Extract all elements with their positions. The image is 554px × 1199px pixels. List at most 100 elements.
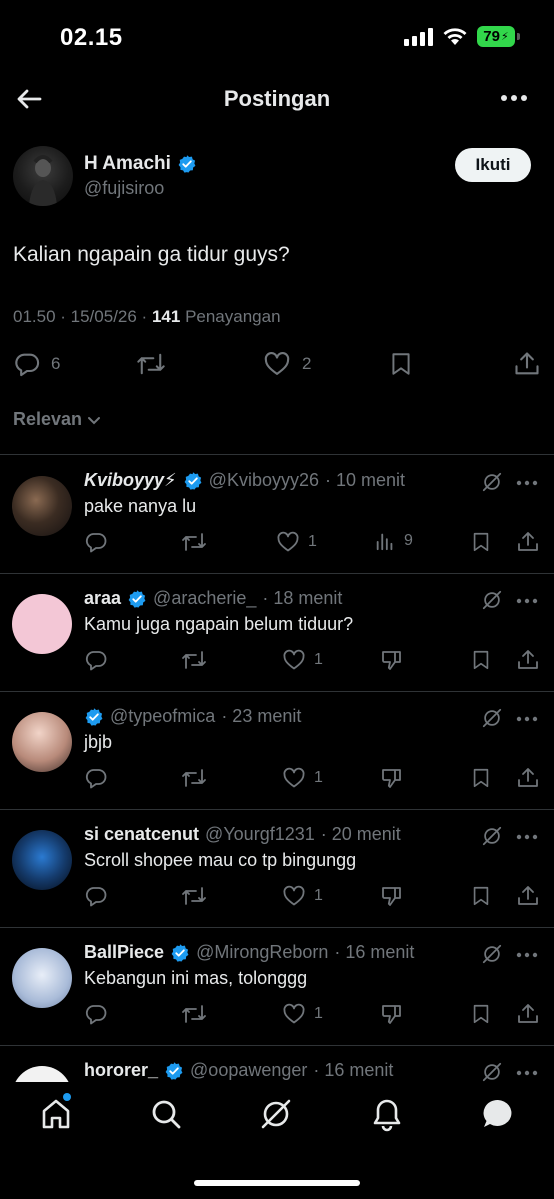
grok-icon[interactable] (481, 825, 503, 847)
share-button[interactable] (516, 1002, 540, 1026)
reply-avatar[interactable] (12, 830, 72, 890)
dislike-button[interactable] (380, 648, 404, 672)
reply-item[interactable]: @typeofmica · 23 menit jbjb 1 (0, 692, 554, 810)
reply-button[interactable] (84, 530, 108, 554)
reply-author-name[interactable]: si cenatcenut (84, 824, 199, 845)
verified-icon (165, 1061, 183, 1080)
post-bookmark-button[interactable] (388, 350, 414, 378)
repost-button[interactable] (180, 766, 208, 790)
verified-icon (178, 155, 196, 173)
repost-button[interactable] (180, 530, 208, 554)
reply-avatar[interactable] (12, 476, 72, 536)
bookmark-button[interactable] (470, 648, 492, 672)
reply-author-name[interactable]: hororer_ (84, 1060, 158, 1081)
grok-icon[interactable] (481, 1061, 503, 1083)
grok-icon[interactable] (481, 943, 503, 965)
more-dots-icon[interactable] (516, 480, 538, 486)
reply-action-bar: 1 (0, 646, 554, 674)
bookmark-button[interactable] (470, 766, 492, 790)
reply-item[interactable]: BallPiece @MirongReborn · 16 menit Kebangun… (0, 928, 554, 1046)
notifications-icon[interactable] (369, 1096, 405, 1132)
post-author-name-text: H Amachi (84, 153, 171, 174)
share-button[interactable] (516, 530, 540, 554)
reply-author-handle[interactable]: @Kviboyyy26 (209, 470, 319, 491)
bookmark-button[interactable] (470, 530, 492, 554)
reply-author-handle[interactable]: @typeofmica (110, 706, 215, 727)
reply-author-name[interactable]: BallPiece (84, 942, 164, 963)
like-button[interactable]: 1 (282, 766, 323, 790)
more-dots-icon[interactable] (516, 716, 538, 722)
reply-item[interactable]: Kviboyyy⚡ @Kviboyyy26 · 10 menit pake nanya… (0, 456, 554, 574)
dislike-button[interactable] (380, 1002, 404, 1026)
reply-avatar[interactable] (12, 594, 72, 654)
like-icon (283, 767, 305, 788)
post-repost-button[interactable] (136, 350, 166, 378)
more-dots-icon[interactable] (498, 86, 530, 110)
like-count: 1 (308, 533, 317, 550)
reply-sort-dropdown[interactable]: Relevan (13, 409, 102, 430)
verified-icon (184, 471, 202, 490)
reply-item[interactable]: si cenatcenut @Yourgf1231 · 20 menit Scroll… (0, 810, 554, 928)
dislike-button[interactable] (380, 766, 404, 790)
grok-icon[interactable] (481, 707, 503, 729)
views-icon (376, 533, 393, 551)
more-dots-icon[interactable] (516, 598, 538, 604)
bookmark-icon (392, 353, 410, 375)
search-icon[interactable] (148, 1096, 184, 1132)
like-button[interactable]: 1 (282, 1002, 323, 1026)
like-button[interactable]: 1 (282, 884, 323, 908)
reply-author-name[interactable]: Kviboyyy⚡ (84, 470, 177, 491)
repost-button[interactable] (180, 884, 208, 908)
reply-button[interactable] (84, 648, 108, 672)
like-button[interactable]: 1 (276, 530, 317, 554)
post-share-button[interactable] (513, 350, 541, 378)
dislike-button[interactable] (380, 884, 404, 908)
reply-header: BallPiece @MirongReborn · 16 menit (84, 942, 414, 963)
more-dots-icon[interactable] (516, 952, 538, 958)
repost-button[interactable] (180, 648, 208, 672)
home-unread-dot (63, 1093, 71, 1101)
reply-author-handle[interactable]: @oopawenger (190, 1060, 307, 1081)
reply-author-name[interactable]: araa (84, 588, 121, 609)
reply-avatar[interactable] (12, 712, 72, 772)
reply-author-handle[interactable]: @Yourgf1231 (205, 824, 315, 845)
bookmark-button[interactable] (470, 884, 492, 908)
post-author-handle[interactable]: @fujisiroo (84, 178, 164, 199)
reply-item[interactable]: araa @aracherie_ · 18 menit Kamu juga ngapa… (0, 574, 554, 692)
messages-icon[interactable] (480, 1096, 516, 1132)
bookmark-button[interactable] (470, 1002, 492, 1026)
home-icon[interactable] (38, 1096, 74, 1132)
grok-icon[interactable] (481, 589, 503, 611)
post-reply-button[interactable]: 6 (13, 350, 60, 378)
repost-button[interactable] (180, 1002, 208, 1026)
reply-button[interactable] (84, 884, 108, 908)
bookmark-icon (473, 532, 489, 552)
repost-icon (137, 353, 165, 375)
share-button[interactable] (516, 884, 540, 908)
reply-header: Kviboyyy⚡ @Kviboyyy26 · 10 menit (84, 470, 405, 491)
reply-author-handle[interactable]: @aracherie_ (153, 588, 256, 609)
like-icon (283, 1003, 305, 1024)
post-author-avatar[interactable] (13, 146, 73, 206)
more-dots-icon[interactable] (516, 1070, 538, 1076)
reply-header: @typeofmica · 23 menit (84, 706, 301, 727)
post-author-name[interactable]: H Amachi (84, 153, 197, 175)
reply-author-handle[interactable]: @MirongReborn (196, 942, 328, 963)
reply-icon (85, 533, 107, 553)
grok-icon[interactable] (481, 471, 503, 493)
reply-button[interactable] (84, 766, 108, 790)
reply-avatar[interactable] (12, 948, 72, 1008)
reply-icon (85, 1005, 107, 1025)
share-button[interactable] (516, 766, 540, 790)
post-like-button[interactable]: 2 (262, 350, 311, 378)
views-button[interactable]: 9 (374, 530, 413, 552)
reply-time: · 18 menit (262, 588, 343, 608)
status-bar: 02.15 79 ⚡ (0, 0, 554, 74)
grok-icon[interactable] (258, 1096, 294, 1132)
more-dots-icon[interactable] (516, 834, 538, 840)
bookmark-icon (473, 1004, 489, 1024)
like-button[interactable]: 1 (282, 648, 323, 672)
share-button[interactable] (516, 648, 540, 672)
follow-button[interactable]: Ikuti (455, 148, 531, 182)
reply-button[interactable] (84, 1002, 108, 1026)
